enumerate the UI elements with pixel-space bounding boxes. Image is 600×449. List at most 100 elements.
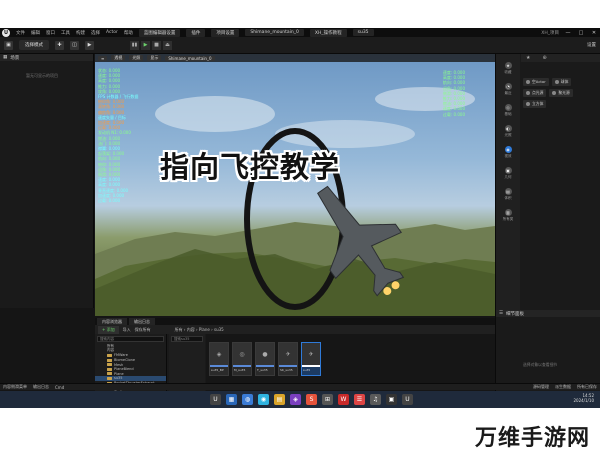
- point-light-button[interactable]: 点光源: [523, 89, 547, 97]
- folder-icon: [107, 376, 112, 380]
- asset-tile[interactable]: ✈ SK_su35: [278, 342, 298, 376]
- minimize-icon[interactable]: —: [564, 30, 572, 36]
- category-label: 体积: [504, 196, 512, 200]
- start-icon[interactable]: ▦: [226, 394, 237, 405]
- unreal-logo-icon[interactable]: U: [2, 28, 10, 37]
- stop-button[interactable]: ■: [152, 40, 161, 50]
- menu-build[interactable]: 构建: [76, 30, 85, 36]
- category-favorites[interactable]: ★ 收藏: [496, 62, 520, 75]
- category-volumes[interactable]: ▤ 体积: [496, 188, 520, 201]
- add-actor-icon[interactable]: ✚: [55, 40, 64, 50]
- eject-button[interactable]: ⏏: [163, 40, 172, 50]
- cube-button[interactable]: 立方体: [523, 100, 547, 108]
- app-icon[interactable]: S: [306, 394, 317, 405]
- category-label: 视效: [504, 154, 512, 158]
- title-right: XH_项目 — □ ✕: [541, 30, 598, 36]
- app-icon[interactable]: ☰: [354, 394, 365, 405]
- maximize-icon[interactable]: □: [577, 30, 585, 36]
- output-log-button[interactable]: 输出日志: [33, 384, 49, 390]
- title-bar: U 文件 编辑 窗口 工具 构建 选择 Actor 帮助 蓝图编辑器设置 插件 …: [0, 28, 600, 37]
- menu-actor[interactable]: Actor: [106, 30, 118, 35]
- asset-tile[interactable]: ● T_su35: [255, 342, 275, 376]
- tab-su35[interactable]: su35: [352, 29, 374, 36]
- menu-file[interactable]: 文件: [16, 30, 25, 36]
- mode-select-button[interactable]: 选择模式: [19, 40, 49, 50]
- play-button[interactable]: ▶: [141, 40, 150, 50]
- search-input[interactable]: 搜索内容: [97, 336, 164, 342]
- settings-button[interactable]: 设置: [587, 42, 596, 48]
- menu-window[interactable]: 窗口: [46, 30, 55, 36]
- pause-button[interactable]: ▮▮: [130, 40, 139, 50]
- browser-icon[interactable]: ◍: [242, 394, 253, 405]
- source-control-button[interactable]: 源码管理: [533, 384, 549, 390]
- sphere-button[interactable]: 球体: [551, 78, 572, 86]
- level-viewport[interactable]: ≡ 透视 光照 显示 Shimane_mountain_0 状态: 0.000 …: [95, 54, 495, 316]
- tab-output-log[interactable]: 输出日志: [129, 318, 155, 325]
- show-button[interactable]: 显示: [147, 55, 162, 61]
- category-lights[interactable]: ◐ 光照: [496, 125, 520, 138]
- tab-tutorial[interactable]: XH_操作教程: [309, 28, 347, 37]
- asset-tile[interactable]: ◎ M_su35: [232, 342, 252, 376]
- add-tab-icon[interactable]: ⊕: [542, 55, 546, 61]
- app-icon[interactable]: ▣: [386, 394, 397, 405]
- viewport-menu-icon[interactable]: ≡: [98, 55, 108, 61]
- unreal-editor-icon[interactable]: U: [402, 394, 413, 405]
- category-visual-effects[interactable]: ◉ 视效: [496, 146, 520, 159]
- blueprint-icon[interactable]: ◫: [70, 40, 79, 50]
- unreal-taskbar-icon[interactable]: U: [210, 394, 221, 405]
- music-icon[interactable]: ♫: [370, 394, 381, 405]
- asset-tile[interactable]: ◈ su35_BP: [209, 342, 229, 376]
- save-all-button[interactable]: 保存所有: [135, 327, 151, 333]
- blueprint-icon: ◈: [210, 343, 228, 365]
- system-tray[interactable]: 14:52 2024/1/10: [573, 393, 594, 403]
- actor-label: 点光源: [532, 90, 544, 95]
- breadcrumb[interactable]: 所有 › 内容 › Plane › su35: [175, 327, 224, 333]
- add-button[interactable]: + 添加: [98, 325, 119, 334]
- close-icon[interactable]: ✕: [590, 30, 598, 36]
- empty-actor-button[interactable]: 空Actor: [523, 78, 549, 86]
- spot-light-button[interactable]: 聚光源: [549, 89, 573, 97]
- category-basic[interactable]: ◇ 基础: [496, 104, 520, 117]
- tab-plugins[interactable]: 插件: [186, 28, 206, 37]
- menu-edit[interactable]: 编辑: [31, 30, 40, 36]
- actor-label: 立方体: [532, 101, 544, 106]
- tab-level[interactable]: Shimane_mountain_0: [245, 29, 304, 36]
- visual-studio-icon[interactable]: ◈: [290, 394, 301, 405]
- category-recent[interactable]: ◔ 最近: [496, 83, 520, 96]
- category-label: 基础: [504, 112, 512, 116]
- edge-icon[interactable]: ◉: [258, 394, 269, 405]
- menu-help[interactable]: 帮助: [124, 30, 133, 36]
- material-icon: ◎: [233, 343, 251, 365]
- hud-line: 过载: 0.000: [442, 111, 465, 117]
- app-icon[interactable]: ⊞: [322, 394, 333, 405]
- asset-label: T_su35: [257, 368, 268, 372]
- import-button[interactable]: 导入: [123, 327, 131, 333]
- folder-icon[interactable]: ▤: [274, 394, 285, 405]
- screen-bezel-top: [0, 0, 600, 28]
- unreal-editor-window: U 文件 编辑 窗口 工具 构建 选择 Actor 帮助 蓝图编辑器设置 插件 …: [0, 28, 600, 408]
- lit-button[interactable]: 光照: [129, 55, 144, 61]
- wps-icon[interactable]: W: [338, 394, 349, 405]
- star-icon: ★: [504, 62, 512, 69]
- tab-project-settings[interactable]: 项目设置: [211, 28, 240, 37]
- cmd-input[interactable]: Cmd: [55, 385, 64, 390]
- favorites-tab-icon[interactable]: ★: [526, 55, 530, 61]
- tab-blueprint-settings[interactable]: 蓝图编辑器设置: [138, 28, 181, 37]
- content-drawer-button[interactable]: 内容侧滑菜单: [3, 384, 27, 390]
- perspective-button[interactable]: 透视: [111, 55, 126, 61]
- tab-content-browser[interactable]: 内容浏览器: [97, 318, 127, 325]
- details-icon: ☰: [499, 311, 504, 316]
- filter-search-input[interactable]: 搜索su35: [171, 336, 203, 342]
- category-all-classes[interactable]: ▥ 所有类: [496, 209, 520, 222]
- menu-select[interactable]: 选择: [91, 30, 100, 36]
- actor-label: 空Actor: [532, 79, 546, 84]
- status-bar: 内容侧滑菜单 输出日志 Cmd 源码管理 派生数据 所有已保存: [0, 383, 600, 390]
- cinematics-icon[interactable]: ▶: [85, 40, 94, 50]
- save-icon[interactable]: ▣: [4, 40, 13, 50]
- menu-tools[interactable]: 工具: [61, 30, 70, 36]
- category-label: 几何: [504, 175, 512, 179]
- hud-line: 速度: 0.000: [442, 106, 465, 112]
- derived-data-button[interactable]: 派生数据: [555, 384, 571, 390]
- asset-tile-selected[interactable]: ✈ su35: [301, 342, 321, 376]
- category-geometry[interactable]: ▣ 几何: [496, 167, 520, 180]
